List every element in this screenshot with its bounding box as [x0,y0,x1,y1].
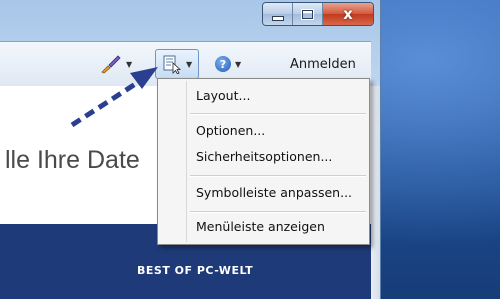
banner-text: BEST OF PC-WELT [137,264,254,277]
chevron-down-icon: ▼ [186,59,193,69]
menu-separator [190,211,366,213]
minimize-icon [271,15,284,21]
help-button[interactable]: ? ▼ [215,52,241,76]
menu-item-symbolleiste-anpassen[interactable]: Symbolleiste anpassen... [196,185,352,200]
close-icon: x [343,4,353,23]
page-headline: lle Ihre Date [5,146,140,174]
vertical-scrollbar[interactable] [371,86,380,299]
menu-item-layout[interactable]: Layout... [196,88,250,103]
menu-item-sicherheitsoptionen[interactable]: Sicherheitsoptionen... [196,149,332,164]
title-bar: x [0,0,380,36]
menu-separator [190,113,366,115]
login-button[interactable]: Anmelden [290,52,356,76]
dashed-arrow-annotation [70,67,158,128]
menu-item-menueleiste-anzeigen[interactable]: Menüleiste anzeigen [196,219,325,234]
maximize-icon [302,9,313,19]
chevron-down-icon: ▼ [235,59,242,69]
menu-item-optionen[interactable]: Optionen... [196,123,265,138]
menu-gutter [186,81,187,242]
minimize-button[interactable] [263,3,293,25]
help-icon: ? [215,56,231,72]
page-dropdown-menu: Layout... Optionen... Sicherheitsoptione… [157,78,370,245]
caption-buttons: x [262,2,374,26]
maximize-button[interactable] [293,3,323,25]
menu-separator [190,175,366,177]
close-button[interactable]: x [323,3,373,25]
